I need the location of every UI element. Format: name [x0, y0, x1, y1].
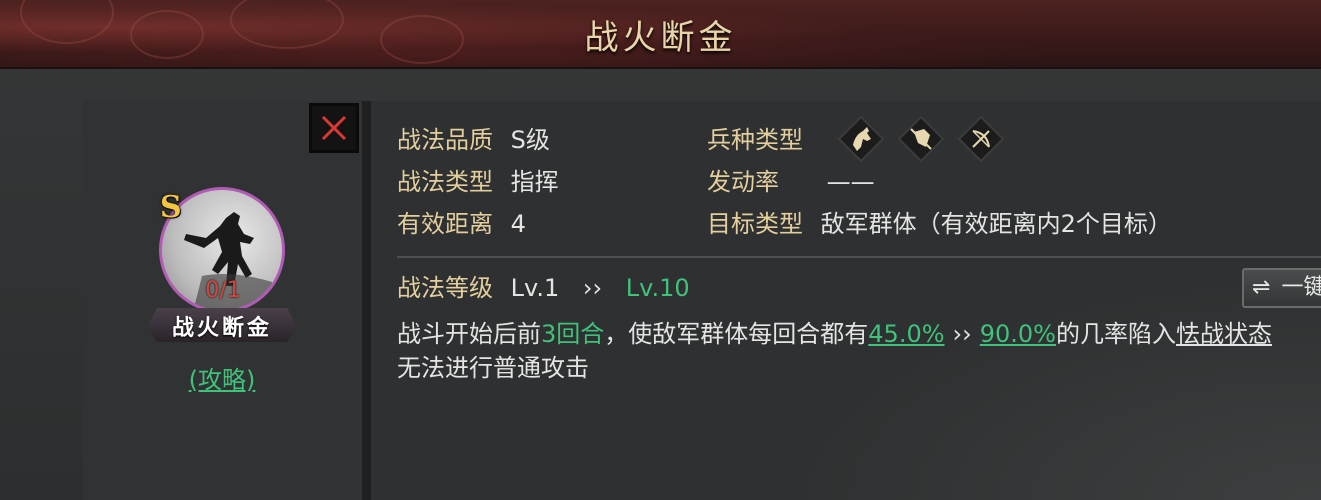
range-row: 有效距离 4	[397, 209, 526, 239]
cavalry-icon	[837, 115, 885, 163]
page-title: 战火断金	[584, 18, 737, 58]
target-row: 目标类型 敌军群体（有效距离内2个目标）	[707, 209, 1172, 239]
description-text: 战斗开始后前	[397, 320, 541, 348]
level-arrow-icon: ››	[582, 274, 603, 302]
quality-label: 战法品质	[397, 126, 493, 154]
quality-value: S级	[510, 126, 550, 154]
troop-row: 兵种类型	[707, 125, 803, 155]
description-turns: 3回合	[541, 320, 605, 348]
description-line-1: 战斗开始后前3回合，使敌军群体每回合都有45.0% ›› 90.0%的几率陷入怯战状…	[397, 319, 1272, 349]
level-max: Lv.10	[625, 274, 690, 302]
archer-icon	[957, 115, 1005, 163]
trigger-value: ——	[826, 168, 875, 196]
description-line-2: 无法进行普通攻击	[397, 353, 589, 383]
range-value: 4	[510, 210, 526, 238]
quality-row: 战法品质 S级	[397, 125, 550, 155]
description-text: ，使敌军群体每回合都有	[604, 320, 869, 348]
status-link[interactable]: 怯战状态	[1176, 320, 1272, 348]
skill-detail-screen: 战火断金 S 0/1 战火断金 (攻略) 战法品质 S级 战法类型 指挥 有效距…	[0, 0, 1321, 500]
level-row: 战法等级 Lv.1 ›› Lv.10	[397, 273, 690, 303]
grade-badge: S	[160, 190, 182, 225]
one-click-upgrade-label: 一键	[1281, 275, 1321, 300]
type-label: 战法类型	[397, 168, 493, 196]
level-label: 战法等级	[397, 274, 493, 302]
trigger-label: 发动率	[707, 168, 779, 196]
section-divider	[397, 256, 1321, 258]
close-icon	[321, 115, 347, 141]
close-button[interactable]	[309, 103, 359, 153]
description-text: 无法进行普通攻击	[397, 354, 589, 382]
swap-icon: ⇌	[1252, 275, 1271, 300]
description-rate-max[interactable]: 90.0%	[980, 320, 1056, 348]
trigger-row: 发动率 ——	[707, 167, 875, 197]
target-label: 目标类型	[707, 210, 803, 238]
level-current: Lv.1	[510, 274, 560, 302]
range-label: 有效距离	[397, 210, 493, 238]
description-text: 的几率陷入	[1055, 320, 1176, 348]
target-value: 敌军群体（有效距离内2个目标）	[820, 210, 1172, 238]
panel-divider	[362, 101, 371, 500]
type-row: 战法类型 指挥	[397, 167, 559, 197]
skill-name-label: 战火断金	[171, 315, 272, 341]
troop-label: 兵种类型	[707, 126, 803, 154]
rate-arrow-icon: ››	[952, 320, 972, 348]
type-value: 指挥	[510, 168, 559, 196]
description-rate-min[interactable]: 45.0%	[868, 320, 944, 348]
title-banner: 战火断金	[0, 0, 1321, 69]
shield-icon	[897, 115, 945, 163]
one-click-upgrade-button[interactable]: ⇌ 一键	[1242, 268, 1321, 308]
owned-count: 0/1	[205, 278, 241, 303]
guide-link[interactable]: (攻略)	[172, 360, 272, 395]
